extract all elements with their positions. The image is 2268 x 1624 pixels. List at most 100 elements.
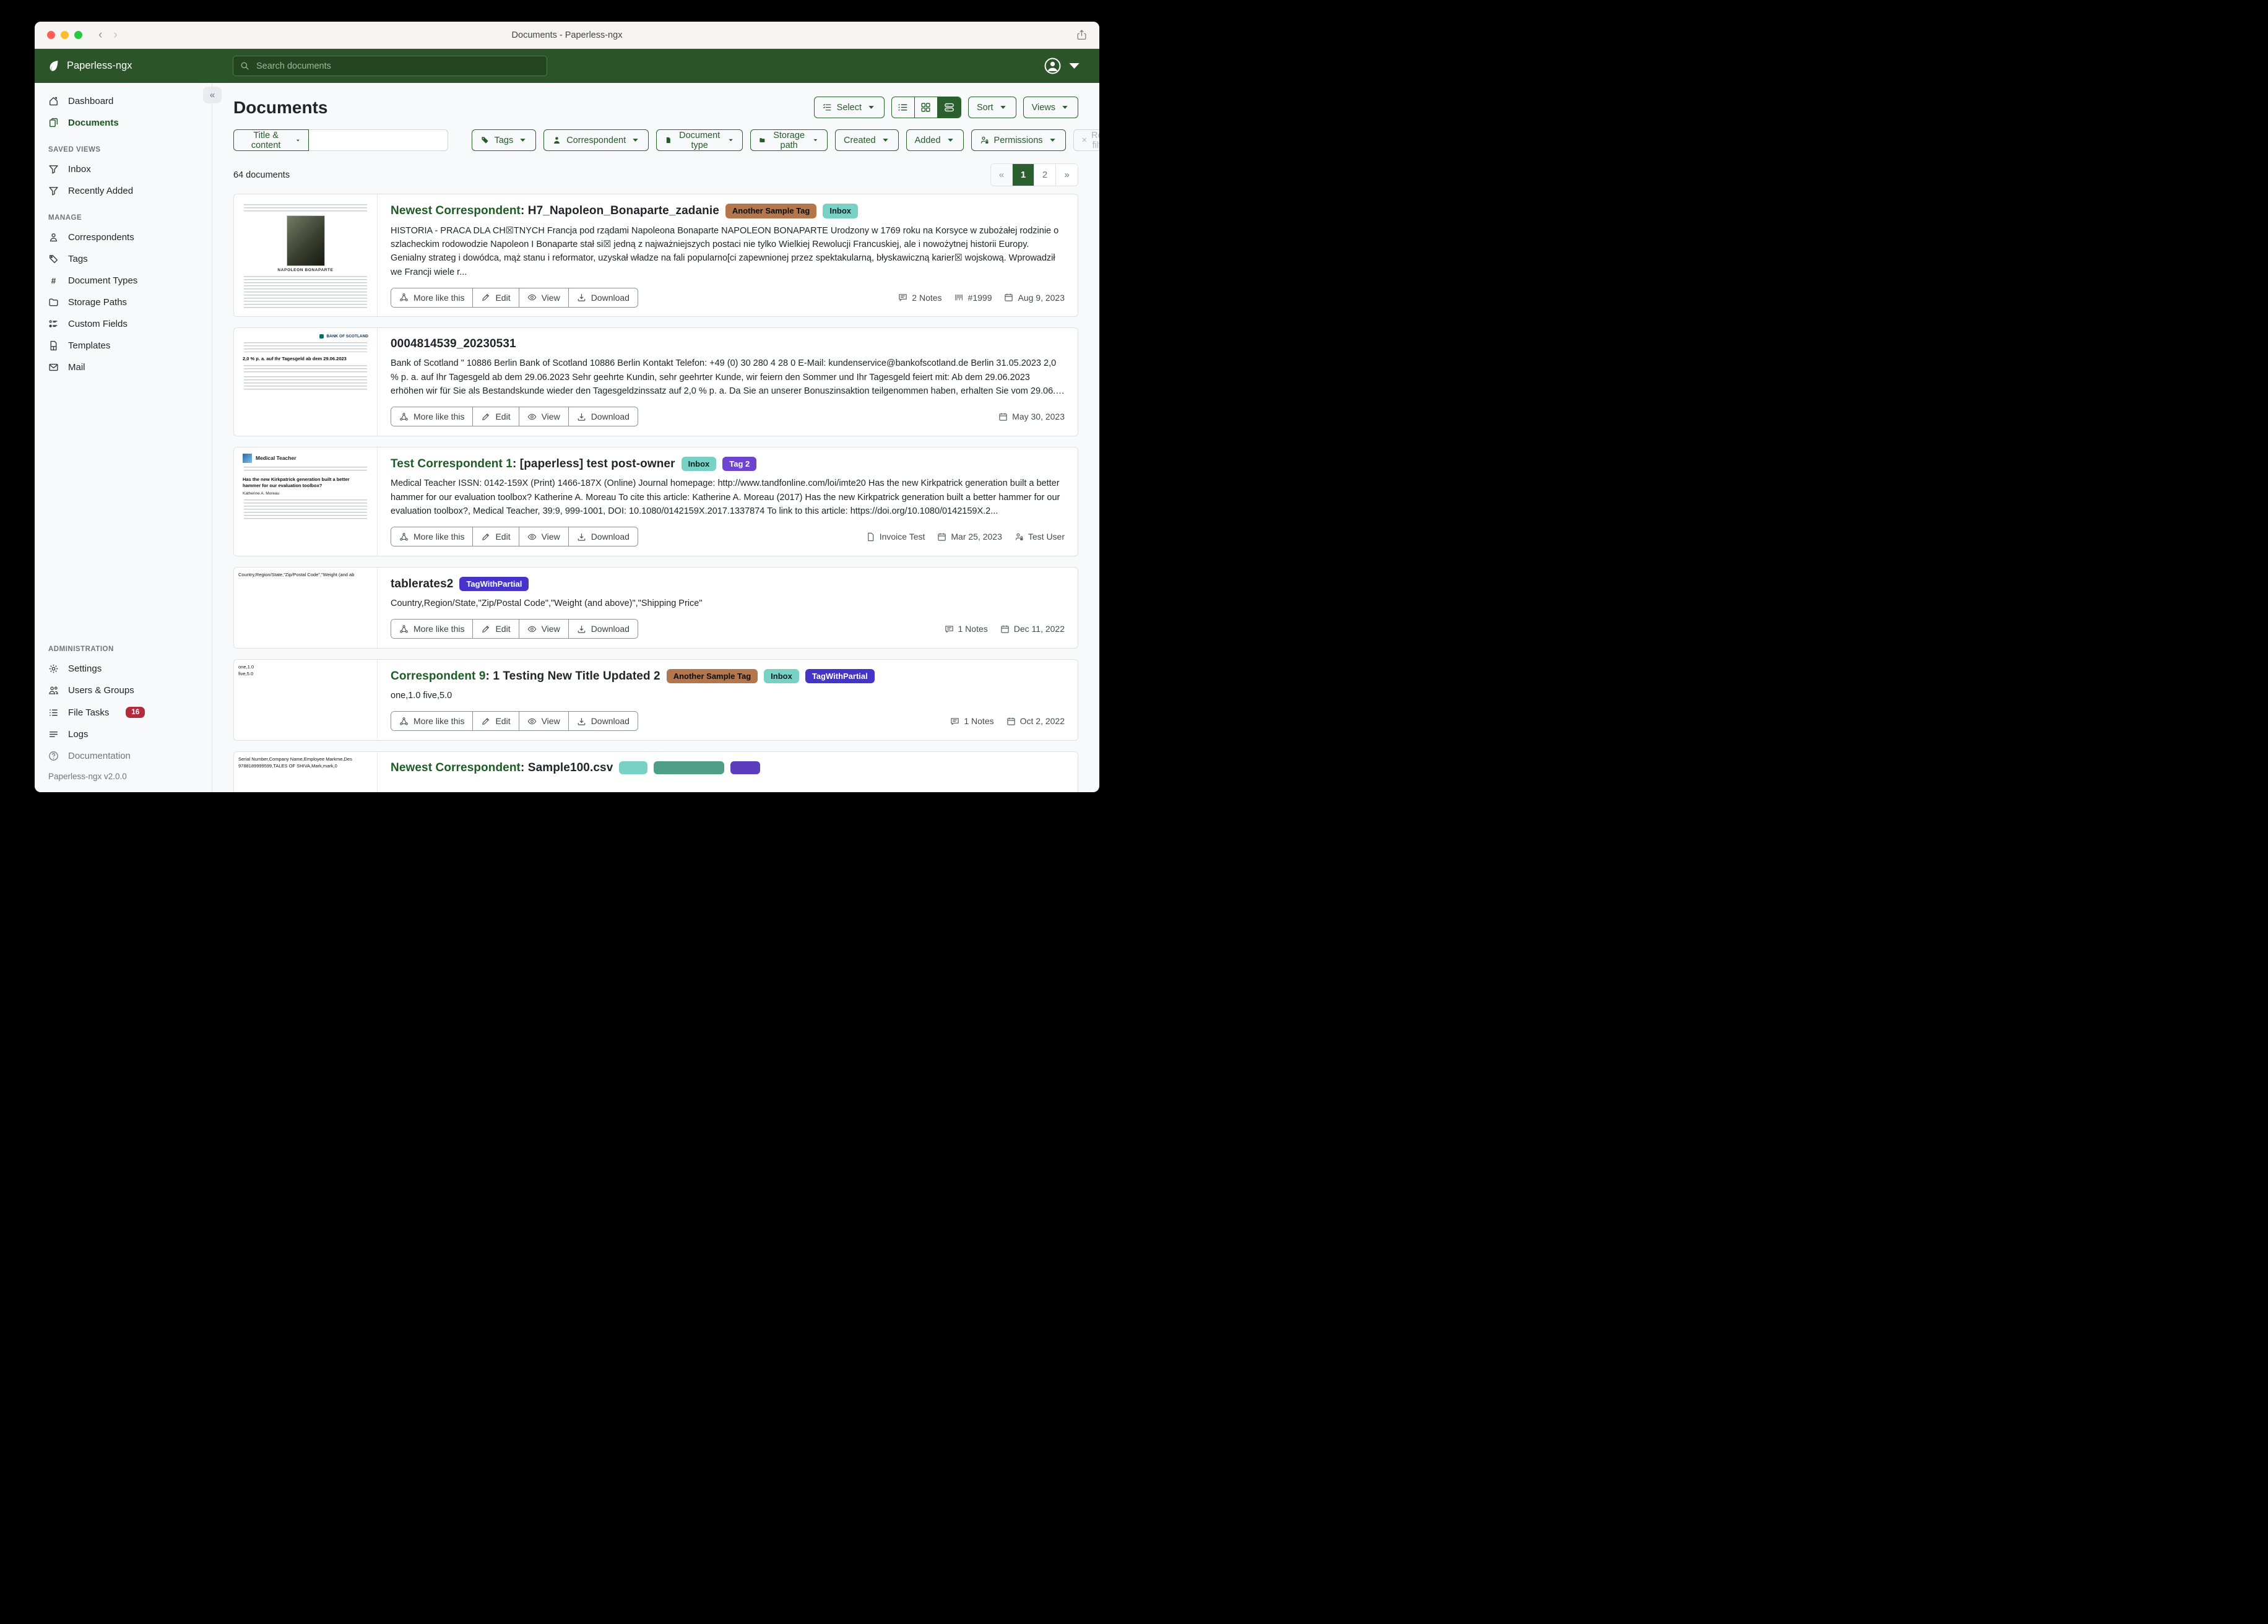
- sidebar-item-recently-added[interactable]: Recently Added: [35, 180, 212, 202]
- more-like-this-button[interactable]: More like this: [391, 712, 473, 730]
- document-thumbnail[interactable]: Serial Number,Company Name,Employee Mark…: [234, 752, 378, 792]
- search-input[interactable]: [255, 61, 540, 72]
- document-thumbnail[interactable]: Medical TeacherHas the new Kirkpatrick g…: [234, 447, 378, 556]
- minimize-window-button[interactable]: [61, 31, 69, 39]
- back-icon[interactable]: ‹: [98, 28, 102, 42]
- sidebar-item-dashboard[interactable]: Dashboard: [35, 90, 212, 112]
- document-thumbnail[interactable]: Country,Region/State,"Zip/Postal Code","…: [234, 568, 378, 648]
- sidebar-item-inbox[interactable]: Inbox: [35, 158, 212, 180]
- view-mode-grid-button[interactable]: [915, 97, 938, 118]
- storage-path-filter-button[interactable]: Storage path: [750, 129, 828, 151]
- zoom-window-button[interactable]: [74, 31, 82, 39]
- views-button[interactable]: Views: [1023, 97, 1078, 118]
- view-button[interactable]: View: [519, 527, 569, 546]
- document-title[interactable]: 0004814539_20230531: [391, 337, 516, 351]
- edit-button[interactable]: Edit: [473, 712, 519, 730]
- tag-pill[interactable]: [619, 761, 647, 774]
- more-like-this-button[interactable]: More like this: [391, 620, 473, 638]
- documentation-link[interactable]: Documentation: [35, 745, 212, 767]
- view-button[interactable]: View: [519, 620, 569, 638]
- view-button[interactable]: View: [519, 712, 569, 730]
- sidebar-item-custom-fields[interactable]: Custom Fields: [35, 313, 212, 335]
- sidebar-item-templates[interactable]: Templates: [35, 335, 212, 356]
- title-content-input[interactable]: [309, 129, 448, 151]
- permissions-filter-button[interactable]: Permissions: [971, 129, 1066, 151]
- edit-button[interactable]: Edit: [473, 620, 519, 638]
- sidebar-collapse-button[interactable]: «: [203, 87, 222, 103]
- sidebar-item-settings[interactable]: Settings: [35, 658, 212, 680]
- document-thumbnail[interactable]: BANK OF SCOTLAND2,0 % p. a. auf Ihr Tage…: [234, 328, 378, 435]
- edit-button[interactable]: Edit: [473, 288, 519, 307]
- correspondent-filter-button[interactable]: Correspondent: [543, 129, 649, 151]
- pagination-page-2[interactable]: 2: [1034, 164, 1056, 186]
- document-title[interactable]: Correspondent 9: 1 Testing New Title Upd…: [391, 670, 660, 683]
- close-window-button[interactable]: [47, 31, 55, 39]
- download-button[interactable]: Download: [569, 620, 638, 638]
- document-card[interactable]: BANK OF SCOTLAND2,0 % p. a. auf Ihr Tage…: [233, 327, 1078, 436]
- tag-pill[interactable]: Inbox: [823, 204, 858, 218]
- tag-pill[interactable]: Another Sample Tag: [725, 204, 816, 218]
- pagination-prev-button[interactable]: «: [991, 164, 1013, 186]
- document-card[interactable]: Medical TeacherHas the new Kirkpatrick g…: [233, 447, 1078, 556]
- forward-icon[interactable]: ›: [113, 28, 117, 42]
- document-correspondent[interactable]: Correspondent 9: [391, 670, 486, 683]
- document-title[interactable]: Newest Correspondent: Sample100.csv: [391, 761, 613, 775]
- document-type-filter-button[interactable]: Document type: [656, 129, 743, 151]
- added-filter-button[interactable]: Added: [906, 129, 964, 151]
- tag-pill[interactable]: TagWithPartial: [459, 577, 529, 592]
- download-button[interactable]: Download: [569, 288, 638, 307]
- global-search[interactable]: [233, 56, 547, 76]
- pagination-next-button[interactable]: »: [1056, 164, 1078, 186]
- tag-pill[interactable]: TagWithPartial: [805, 669, 875, 684]
- app-brand[interactable]: Paperless-ngx: [35, 59, 233, 72]
- document-card[interactable]: one,1.0 five,5.0 Correspondent 9: 1 Testi…: [233, 659, 1078, 741]
- sidebar-item-users-groups[interactable]: Users & Groups: [35, 680, 212, 701]
- document-card[interactable]: Serial Number,Company Name,Employee Mark…: [233, 751, 1078, 792]
- tag-pill[interactable]: Tag 2: [722, 457, 756, 472]
- more-like-this-button[interactable]: More like this: [391, 407, 473, 426]
- sort-button[interactable]: Sort: [968, 97, 1016, 118]
- document-thumbnail[interactable]: NAPOLEON BONAPARTE: [234, 194, 378, 316]
- view-mode-list-button[interactable]: [892, 97, 915, 118]
- sidebar-item-tags[interactable]: Tags: [35, 248, 212, 270]
- select-button[interactable]: Select: [814, 97, 885, 118]
- document-title[interactable]: Newest Correspondent: H7_Napoleon_Bonapa…: [391, 204, 719, 218]
- tag-pill[interactable]: [654, 761, 724, 774]
- sidebar-item-document-types[interactable]: # Document Types: [35, 270, 212, 292]
- document-thumbnail[interactable]: one,1.0 five,5.0: [234, 660, 378, 740]
- view-mode-detail-button[interactable]: [938, 97, 961, 118]
- sidebar-item-documents[interactable]: Documents: [35, 112, 212, 134]
- sidebar-item-correspondents[interactable]: Correspondents: [35, 227, 212, 248]
- created-filter-button[interactable]: Created: [835, 129, 899, 151]
- document-card[interactable]: Country,Region/State,"Zip/Postal Code","…: [233, 567, 1078, 649]
- reset-filters-button[interactable]: × Reset filters: [1073, 129, 1099, 151]
- document-correspondent[interactable]: Newest Correspondent: [391, 761, 521, 774]
- tag-pill[interactable]: Inbox: [682, 457, 717, 472]
- download-button[interactable]: Download: [569, 527, 638, 546]
- share-icon[interactable]: [1076, 29, 1087, 41]
- document-correspondent[interactable]: Newest Correspondent: [391, 204, 521, 217]
- tags-filter-button[interactable]: Tags: [472, 129, 537, 151]
- tag-pill[interactable]: Another Sample Tag: [667, 669, 758, 684]
- pagination-page-1[interactable]: 1: [1013, 164, 1034, 186]
- view-button[interactable]: View: [519, 407, 569, 426]
- view-button[interactable]: View: [519, 288, 569, 307]
- download-button[interactable]: Download: [569, 407, 638, 426]
- download-button[interactable]: Download: [569, 712, 638, 730]
- sidebar-item-logs[interactable]: Logs: [35, 723, 212, 745]
- tag-pill[interactable]: [730, 761, 760, 774]
- sidebar-item-mail[interactable]: Mail: [35, 356, 212, 378]
- document-title[interactable]: Test Correspondent 1: [paperless] test p…: [391, 457, 675, 471]
- document-card[interactable]: NAPOLEON BONAPARTE Newest Correspondent: …: [233, 194, 1078, 317]
- more-like-this-button[interactable]: More like this: [391, 288, 473, 307]
- sidebar-item-storage-paths[interactable]: Storage Paths: [35, 292, 212, 313]
- document-title[interactable]: tablerates2: [391, 577, 453, 591]
- sidebar-item-file-tasks[interactable]: File Tasks 16: [35, 701, 212, 723]
- user-menu[interactable]: [1044, 57, 1099, 75]
- edit-button[interactable]: Edit: [473, 407, 519, 426]
- edit-button[interactable]: Edit: [473, 527, 519, 546]
- title-content-filter-button[interactable]: Title & content: [233, 129, 309, 151]
- tag-pill[interactable]: Inbox: [764, 669, 799, 684]
- more-like-this-button[interactable]: More like this: [391, 527, 473, 546]
- document-correspondent[interactable]: Test Correspondent 1: [391, 457, 513, 470]
